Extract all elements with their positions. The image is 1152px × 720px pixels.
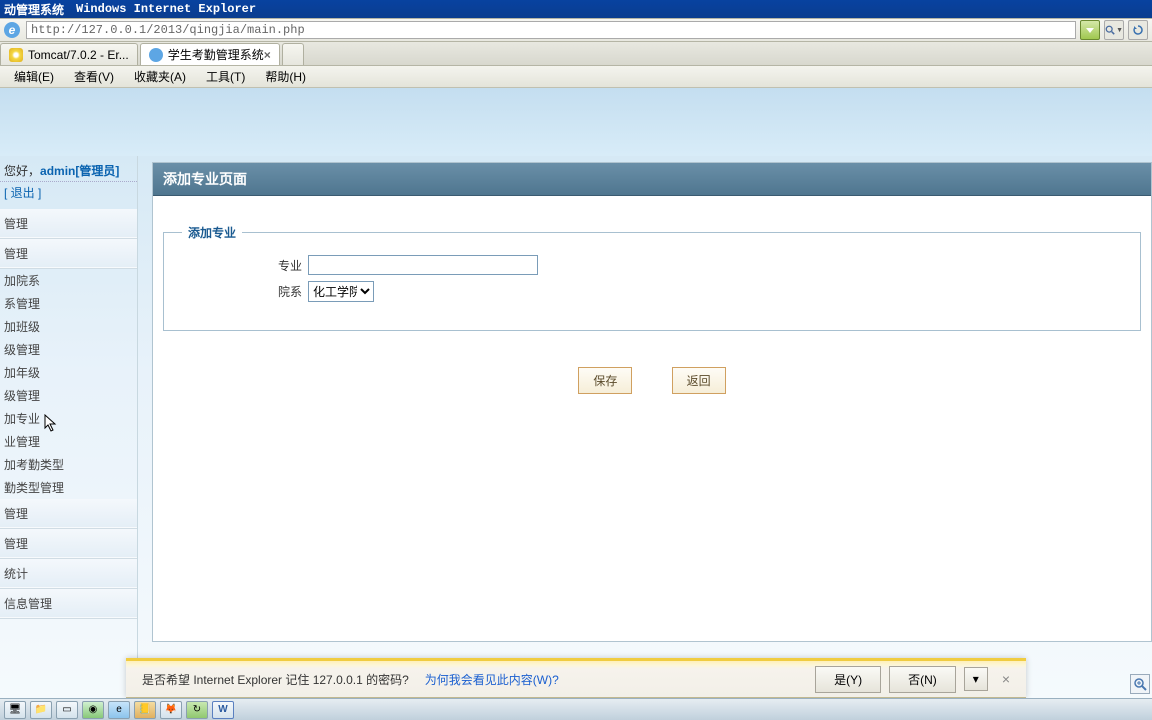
address-bar: http://127.0.0.1/2013/qingjia/main.php ▼ — [0, 18, 1152, 42]
browser-menubar: 编辑(E) 查看(V) 收藏夹(A) 工具(T) 帮助(H) — [0, 66, 1152, 88]
taskbar-ie-icon[interactable]: e — [108, 701, 130, 719]
sidebar-item-dept-manage[interactable]: 系管理 — [0, 292, 137, 315]
sidebar-section[interactable]: 管理 — [0, 529, 137, 559]
sidebar-section[interactable]: 信息管理 — [0, 589, 137, 619]
infobar-no-button[interactable]: 否(N) — [889, 666, 956, 693]
menu-edit[interactable]: 编辑(E) — [4, 66, 64, 87]
tab-tomcat-error[interactable]: Tomcat/7.0.2 - Er... — [0, 43, 138, 65]
add-major-fieldset: 添加专业 专业 院系 化工学院 — [163, 224, 1141, 331]
sidebar-item-add-grade[interactable]: 加年级 — [0, 361, 137, 384]
add-major-panel: 添加专业页面 添加专业 专业 院系 化工学院 保存 返回 — [152, 162, 1152, 642]
refresh-icon — [1132, 24, 1144, 36]
tab-label: 学生考勤管理系统 — [168, 46, 264, 63]
dept-select[interactable]: 化工学院 — [308, 281, 374, 302]
browser-title: Windows Internet Explorer — [76, 2, 256, 16]
tab-attendance-system[interactable]: 学生考勤管理系统 × — [140, 43, 280, 65]
menu-view[interactable]: 查看(V) — [64, 66, 124, 87]
taskbar-app-icon[interactable]: ↻ — [186, 701, 208, 719]
windows-taskbar: 🖥 📁 ▭ ◉ e 📒 🦊 ↻ W — [0, 698, 1152, 720]
row-dept: 院系 化工学院 — [182, 281, 1122, 302]
infobar-no-dropdown[interactable]: ▾ — [964, 667, 988, 691]
taskbar-app-icon[interactable]: ◉ — [82, 701, 104, 719]
sidebar-item-add-dept[interactable]: 加院系 — [0, 269, 137, 292]
sidebar-section[interactable]: 管理 — [0, 499, 137, 529]
infobar-help-link[interactable]: 为何我会看见此内容(W)? — [425, 671, 559, 688]
taskbar-start-icon[interactable]: 🖥 — [4, 701, 26, 719]
sidebar-item-grade-manage[interactable]: 级管理 — [0, 384, 137, 407]
sidebar-section[interactable]: 管理 — [0, 209, 137, 239]
label-major: 专业 — [182, 257, 302, 274]
warning-icon — [9, 48, 23, 62]
infobar-close-button[interactable]: × — [1002, 671, 1010, 687]
taskbar-app-icon[interactable]: 🦊 — [160, 701, 182, 719]
page-body: 您好，admin[管理员] [ 退出 ] 管理 管理 加院系 系管理 加班级 级… — [0, 156, 1152, 700]
current-user: admin — [40, 164, 75, 178]
ie-favicon-icon — [4, 22, 20, 38]
url-field[interactable]: http://127.0.0.1/2013/qingjia/main.php — [26, 21, 1076, 39]
logout-link[interactable]: [ 退出 ] — [0, 182, 137, 209]
new-tab-button[interactable] — [282, 43, 304, 65]
ie-icon — [149, 48, 163, 62]
sidebar-item-attendance-type-manage[interactable]: 勤类型管理 — [0, 476, 137, 499]
sidebar-item-add-attendance-type[interactable]: 加考勤类型 — [0, 453, 137, 476]
taskbar-app-icon[interactable]: ▭ — [56, 701, 78, 719]
sidebar-item-major-manage[interactable]: 业管理 — [0, 430, 137, 453]
taskbar-app-icon[interactable]: 📒 — [134, 701, 156, 719]
menu-help[interactable]: 帮助(H) — [255, 66, 316, 87]
menu-favorites[interactable]: 收藏夹(A) — [124, 66, 196, 87]
taskbar-explorer-icon[interactable]: 📁 — [30, 701, 52, 719]
main-content: 添加专业页面 添加专业 专业 院系 化工学院 保存 返回 — [138, 156, 1152, 700]
infobar-yes-button[interactable]: 是(Y) — [815, 666, 881, 693]
window-titlebar: 动管理系统 Windows Internet Explorer — [0, 0, 1152, 18]
refresh-button[interactable] — [1128, 20, 1148, 40]
zoom-button[interactable] — [1130, 674, 1150, 694]
search-dropdown[interactable]: ▼ — [1104, 20, 1124, 40]
label-dept: 院系 — [182, 283, 302, 300]
app-title: 动管理系统 — [4, 1, 64, 18]
row-major: 专业 — [182, 255, 1122, 275]
sidebar-section[interactable]: 统计 — [0, 559, 137, 589]
tab-label: Tomcat/7.0.2 - Er... — [28, 48, 129, 62]
sidebar-item-class-manage[interactable]: 级管理 — [0, 338, 137, 361]
current-role: [管理员] — [75, 164, 119, 178]
zoom-icon — [1133, 677, 1147, 691]
sidebar-section[interactable]: 管理 — [0, 239, 137, 269]
fieldset-legend: 添加专业 — [182, 224, 242, 241]
sidebar-item-add-major[interactable]: 加专业 — [0, 407, 137, 430]
back-button[interactable]: 返回 — [672, 367, 726, 394]
go-button[interactable] — [1080, 20, 1100, 40]
page-banner — [0, 88, 1152, 156]
magnifier-icon — [1105, 24, 1115, 36]
save-button[interactable]: 保存 — [578, 367, 632, 394]
browser-tabs: Tomcat/7.0.2 - Er... 学生考勤管理系统 × — [0, 42, 1152, 66]
panel-title: 添加专业页面 — [153, 163, 1151, 196]
sidebar-item-add-class[interactable]: 加班级 — [0, 315, 137, 338]
arrow-down-icon — [1085, 25, 1095, 35]
menu-tools[interactable]: 工具(T) — [196, 66, 255, 87]
sidebar: 您好，admin[管理员] [ 退出 ] 管理 管理 加院系 系管理 加班级 级… — [0, 156, 138, 700]
button-row: 保存 返回 — [153, 367, 1151, 394]
infobar-message: 是否希望 Internet Explorer 记住 127.0.0.1 的密码? — [142, 671, 409, 688]
taskbar-word-icon[interactable]: W — [212, 701, 234, 719]
major-input[interactable] — [308, 255, 538, 275]
welcome-text: 您好，admin[管理员] — [0, 156, 137, 182]
tab-close-button[interactable]: × — [264, 48, 271, 62]
password-save-infobar: 是否希望 Internet Explorer 记住 127.0.0.1 的密码?… — [126, 658, 1026, 698]
